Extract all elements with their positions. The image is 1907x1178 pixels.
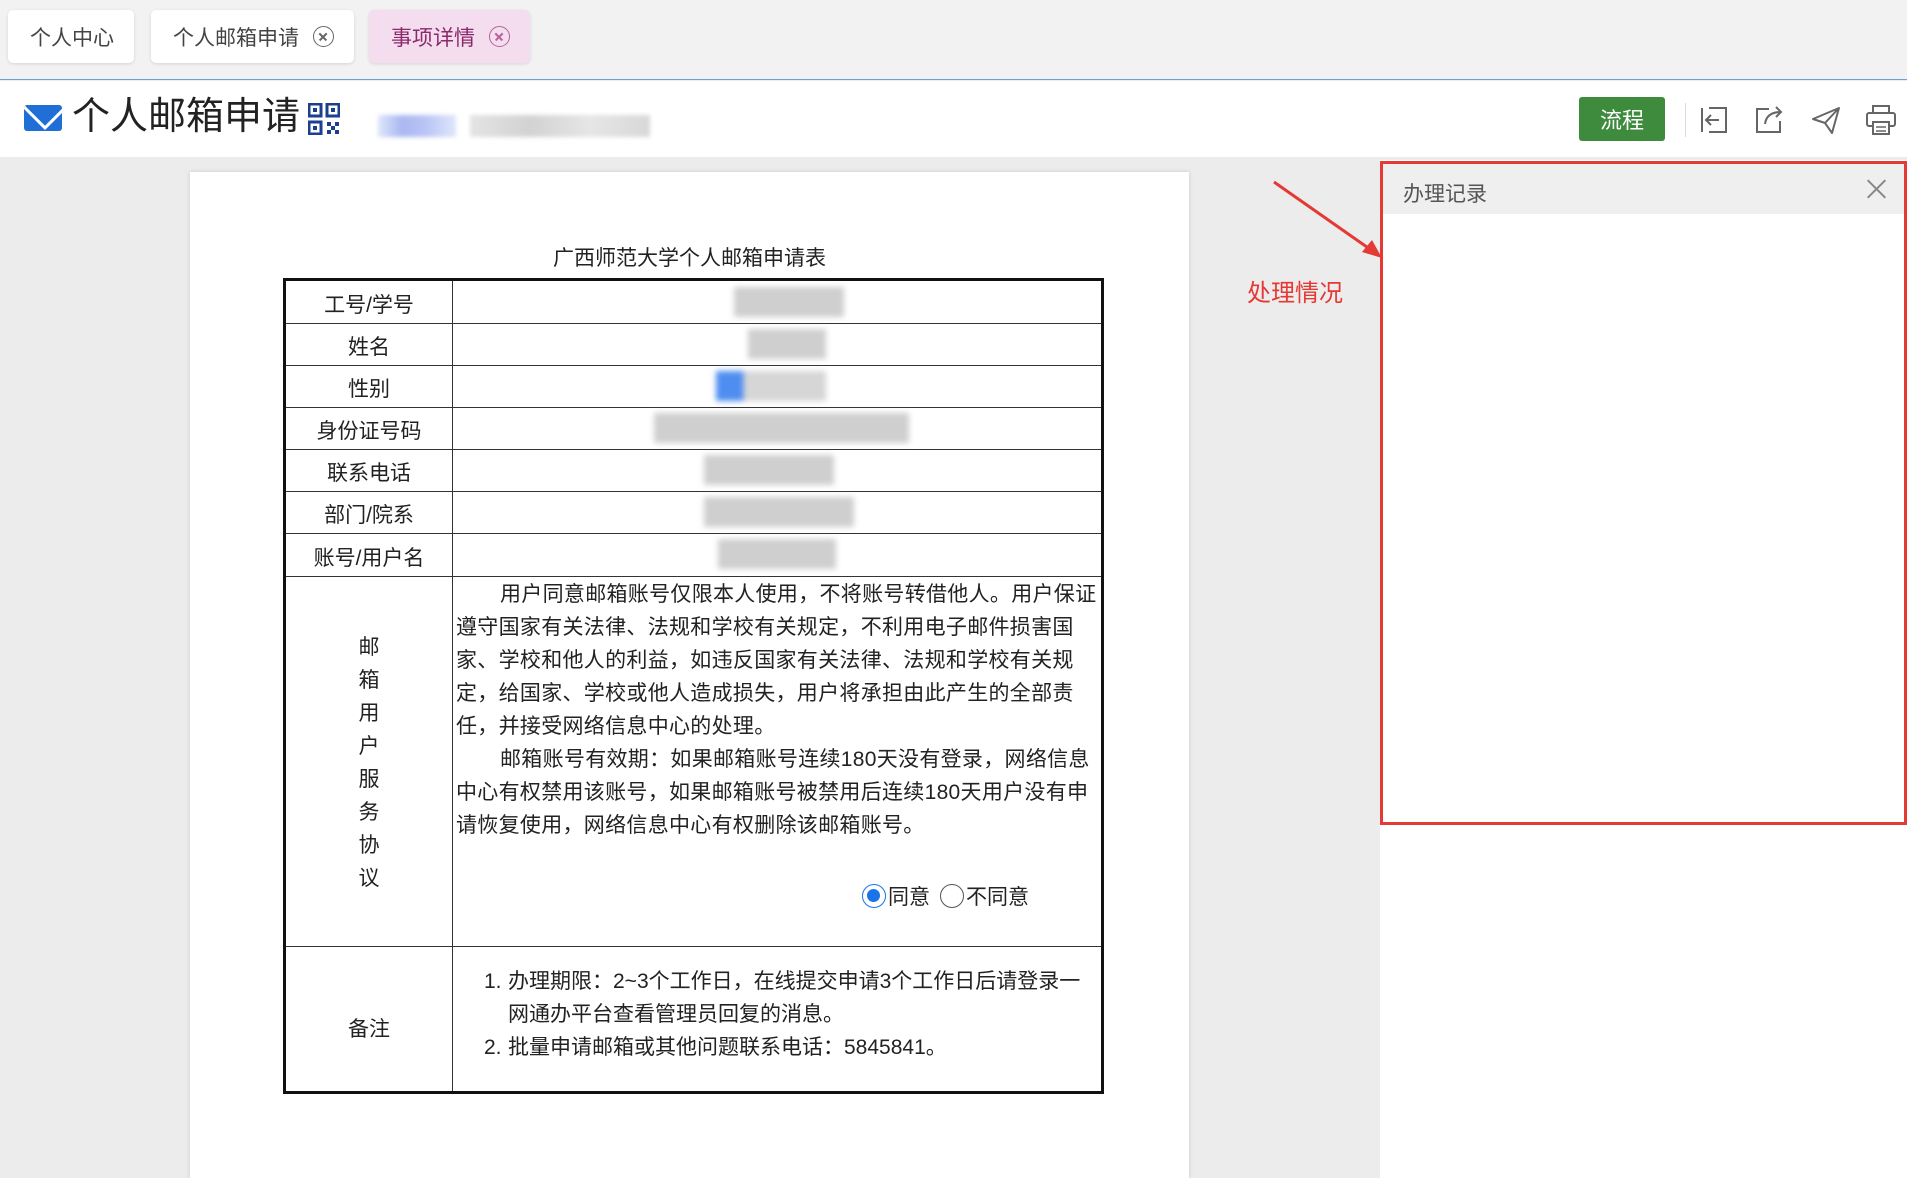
agreement-paragraph: 邮箱账号有效期：如果邮箱账号连续180天没有登录，网络信息中心有权禁用该账号，如… [456,748,1090,837]
annotation-label: 处理情况 [1247,280,1343,307]
close-circle-icon[interactable] [489,26,510,47]
row-divider [286,323,1101,324]
page-header: 个人邮箱申请 流程 [0,81,1907,157]
remark-item: 2. 批量申请邮箱或其他问题联系电话：5845841。 [484,1031,1084,1064]
annotation-arrow-icon [1273,180,1382,258]
toolbar-divider [1685,103,1686,137]
redacted-value [748,329,826,359]
agreement-label-char: 邮 [358,636,380,659]
row-divider [286,491,1101,492]
tab-bar: 个人中心 个人邮箱申请 事项详情 [0,0,1907,80]
redacted-value [716,371,826,401]
row-divider [286,449,1101,450]
agreement-label-char: 用 [358,702,380,725]
redacted-value [654,413,909,443]
agreement-text: 用户同意邮箱账号仅限本人使用，不将账号转借他人。用户保证遵守国家有关法律、法规和… [456,578,1101,842]
agreement-label-char: 服 [358,768,380,791]
back-icon[interactable] [1697,103,1731,137]
agree-option-label[interactable]: 同意 [888,881,930,911]
disagree-radio[interactable] [940,884,964,908]
remark-number: 2. [484,1036,502,1059]
row-divider [286,946,1101,947]
field-label-phone: 联系电话 [327,462,411,485]
record-panel-title: 办理记录 [1403,183,1487,206]
row-divider [286,365,1101,366]
agree-radio[interactable] [862,884,886,908]
mail-icon [24,105,62,131]
remark-text: 批量申请邮箱或其他问题联系电话：5845841。 [508,1036,947,1059]
remark-item: 1. 办理期限：2~3个工作日，在线提交申请3个工作日后请登录一网通办平台查看管… [484,965,1084,1031]
tab-item-details[interactable]: 事项详情 [369,10,530,63]
tab-label: 个人邮箱申请 [173,26,299,50]
agreement-label-char: 箱 [358,669,380,692]
close-circle-icon[interactable] [313,26,334,47]
column-divider [452,281,453,1091]
row-divider [286,407,1101,408]
tab-mailbox-application[interactable]: 个人邮箱申请 [151,10,354,63]
agreement-choice: 同意 不同意 [459,881,1101,911]
agreement-paragraph: 用户同意邮箱账号仅限本人使用，不将账号转借他人。用户保证遵守国家有关法律、法规和… [456,583,1097,738]
print-icon[interactable] [1864,103,1898,137]
remark-text: 办理期限：2~3个工作日，在线提交申请3个工作日后请登录一网通办平台查看管理员回… [508,970,1081,1026]
agreement-label: 邮 箱 用 户 服 务 协 议 [286,631,452,895]
row-divider [286,576,1101,577]
redacted-text [378,115,456,137]
remarks-list: 1. 办理期限：2~3个工作日，在线提交申请3个工作日后请登录一网通办平台查看管… [484,965,1084,1064]
tab-label: 个人中心 [30,26,114,50]
redacted-value [718,539,836,569]
application-document: 广西师范大学个人邮箱申请表 工号/学号 姓名 性别 身份证号码 联系电话 部门/… [190,172,1189,1178]
close-icon[interactable] [1866,179,1886,199]
field-label-id: 工号/学号 [324,294,414,317]
document-title: 广西师范大学个人邮箱申请表 [553,247,826,270]
redacted-value [704,497,854,527]
redacted-value [734,287,844,317]
row-divider [286,533,1101,534]
agreement-label-char: 协 [358,834,380,857]
remark-number: 1. [484,970,502,993]
record-panel-header: 办理记录 [1383,164,1904,214]
agreement-label-char: 议 [358,867,380,890]
disagree-option-label[interactable]: 不同意 [966,881,1029,911]
field-label-account: 账号/用户名 [313,547,425,570]
qr-code-icon[interactable] [308,103,340,135]
send-icon[interactable] [1809,103,1843,137]
share-icon[interactable] [1752,103,1786,137]
field-label-gender: 性别 [348,378,390,401]
field-label-name: 姓名 [348,336,390,359]
flow-button[interactable]: 流程 [1579,97,1665,141]
tab-personal-center[interactable]: 个人中心 [8,10,134,63]
processing-record-panel: 办理记录 [1380,161,1907,825]
page-title: 个人邮箱申请 [72,96,301,138]
remarks-label: 备注 [348,1018,390,1041]
tab-label: 事项详情 [391,26,475,50]
agreement-label-char: 务 [358,801,380,824]
field-label-id-card: 身份证号码 [316,420,422,443]
agreement-label-char: 户 [358,735,380,758]
application-form: 工号/学号 姓名 性别 身份证号码 联系电话 部门/院系 账号/用户名 邮 箱 … [283,278,1104,1094]
field-label-department: 部门/院系 [324,504,414,527]
redacted-value [704,455,834,485]
redacted-text [470,115,650,137]
